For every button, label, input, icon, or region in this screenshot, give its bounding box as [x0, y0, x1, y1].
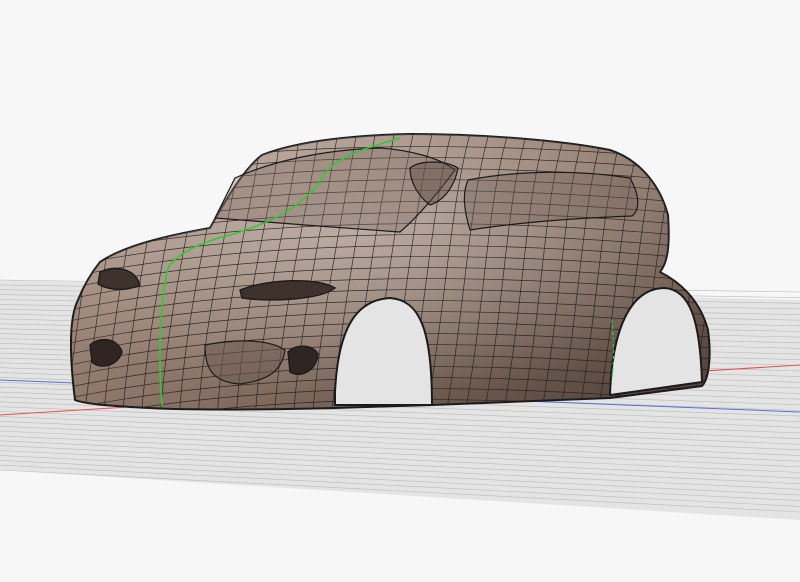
scene-canvas[interactable] [0, 0, 800, 582]
3d-viewport[interactable] [0, 0, 800, 582]
